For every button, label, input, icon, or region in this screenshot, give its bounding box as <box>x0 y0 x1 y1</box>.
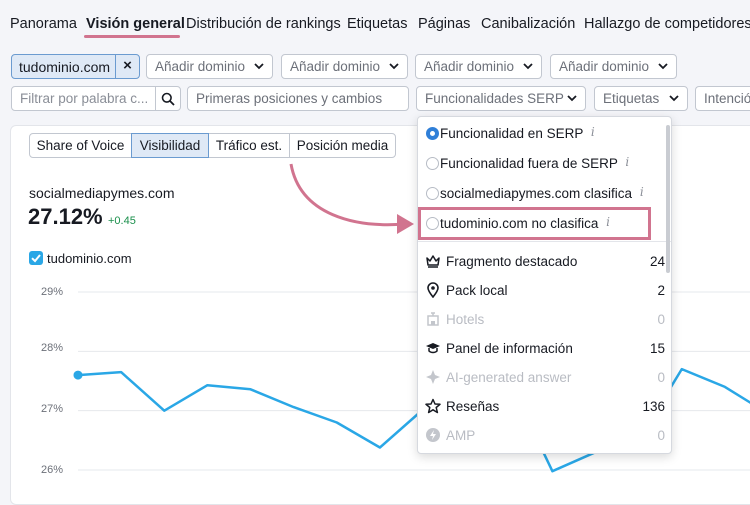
feature-label: AI-generated answer <box>446 370 572 385</box>
radio-label: Funcionalidad fuera de SERP i <box>440 155 629 171</box>
amp-bolt-icon <box>426 428 440 442</box>
divider <box>418 241 671 242</box>
feature-resenas[interactable]: Reseñas 136 <box>425 398 665 418</box>
map-pin-icon <box>427 282 439 298</box>
radio-label: Funcionalidad en SERP i <box>440 125 595 141</box>
info-icon[interactable]: i <box>640 185 644 199</box>
feature-hotels: Hotels 0 <box>425 311 665 331</box>
feature-label: Hotels <box>446 312 485 327</box>
feature-label: Reseñas <box>446 399 500 414</box>
radio-label-text: Funcionalidad fuera de SERP <box>440 156 618 171</box>
feature-count: 15 <box>649 341 665 356</box>
feature-label: Pack local <box>446 283 508 298</box>
y-tick-label: 27% <box>41 403 64 415</box>
graduation-cap-icon <box>426 343 440 354</box>
feature-pack-local[interactable]: Pack local 2 <box>425 282 665 302</box>
radio-label-text: socialmediapymes.com clasifica <box>440 186 633 201</box>
feature-count: 0 <box>657 370 665 385</box>
info-icon[interactable]: i <box>591 125 595 139</box>
feature-label: Panel de información <box>446 341 573 356</box>
hotel-icon <box>427 312 439 326</box>
highlight-box <box>418 207 651 240</box>
tab-label: Visibilidad <box>139 138 201 153</box>
feature-label: AMP <box>446 428 476 443</box>
feature-ai-generated-answer: AI-generated answer 0 <box>425 369 665 389</box>
feature-count: 0 <box>657 428 665 443</box>
feature-count: 136 <box>642 399 665 414</box>
star-icon <box>425 398 441 414</box>
feature-amp: AMP 0 <box>425 427 665 447</box>
feature-count: 0 <box>657 312 665 327</box>
feature-label: Fragmento destacado <box>446 254 578 269</box>
y-tick-label: 28% <box>41 342 64 354</box>
radio-label-text: Funcionalidad en SERP <box>440 126 584 141</box>
feature-panel-informacion[interactable]: Panel de información 15 <box>425 340 665 360</box>
crown-icon <box>426 255 440 268</box>
feature-count: 2 <box>657 283 665 298</box>
dropdown-scrollbar[interactable] <box>666 125 670 273</box>
radio-button[interactable] <box>426 157 439 170</box>
tab-visibilidad[interactable]: Visibilidad <box>131 133 209 158</box>
info-icon[interactable]: i <box>625 155 629 169</box>
feature-count: 24 <box>649 254 665 269</box>
ai-sparkle-icon <box>426 370 440 384</box>
serp-features-dropdown: Funcionalidad en SERP i Funcionalidad fu… <box>417 116 672 454</box>
radio-label: socialmediapymes.com clasifica i <box>440 185 644 201</box>
radio-button[interactable] <box>426 127 439 140</box>
feature-fragmento-destacado[interactable]: Fragmento destacado 24 <box>425 253 665 273</box>
series-start-point[interactable] <box>73 370 83 380</box>
y-tick-label: 29% <box>41 286 64 298</box>
radio-button[interactable] <box>426 187 439 200</box>
y-tick-label: 26% <box>41 464 64 476</box>
